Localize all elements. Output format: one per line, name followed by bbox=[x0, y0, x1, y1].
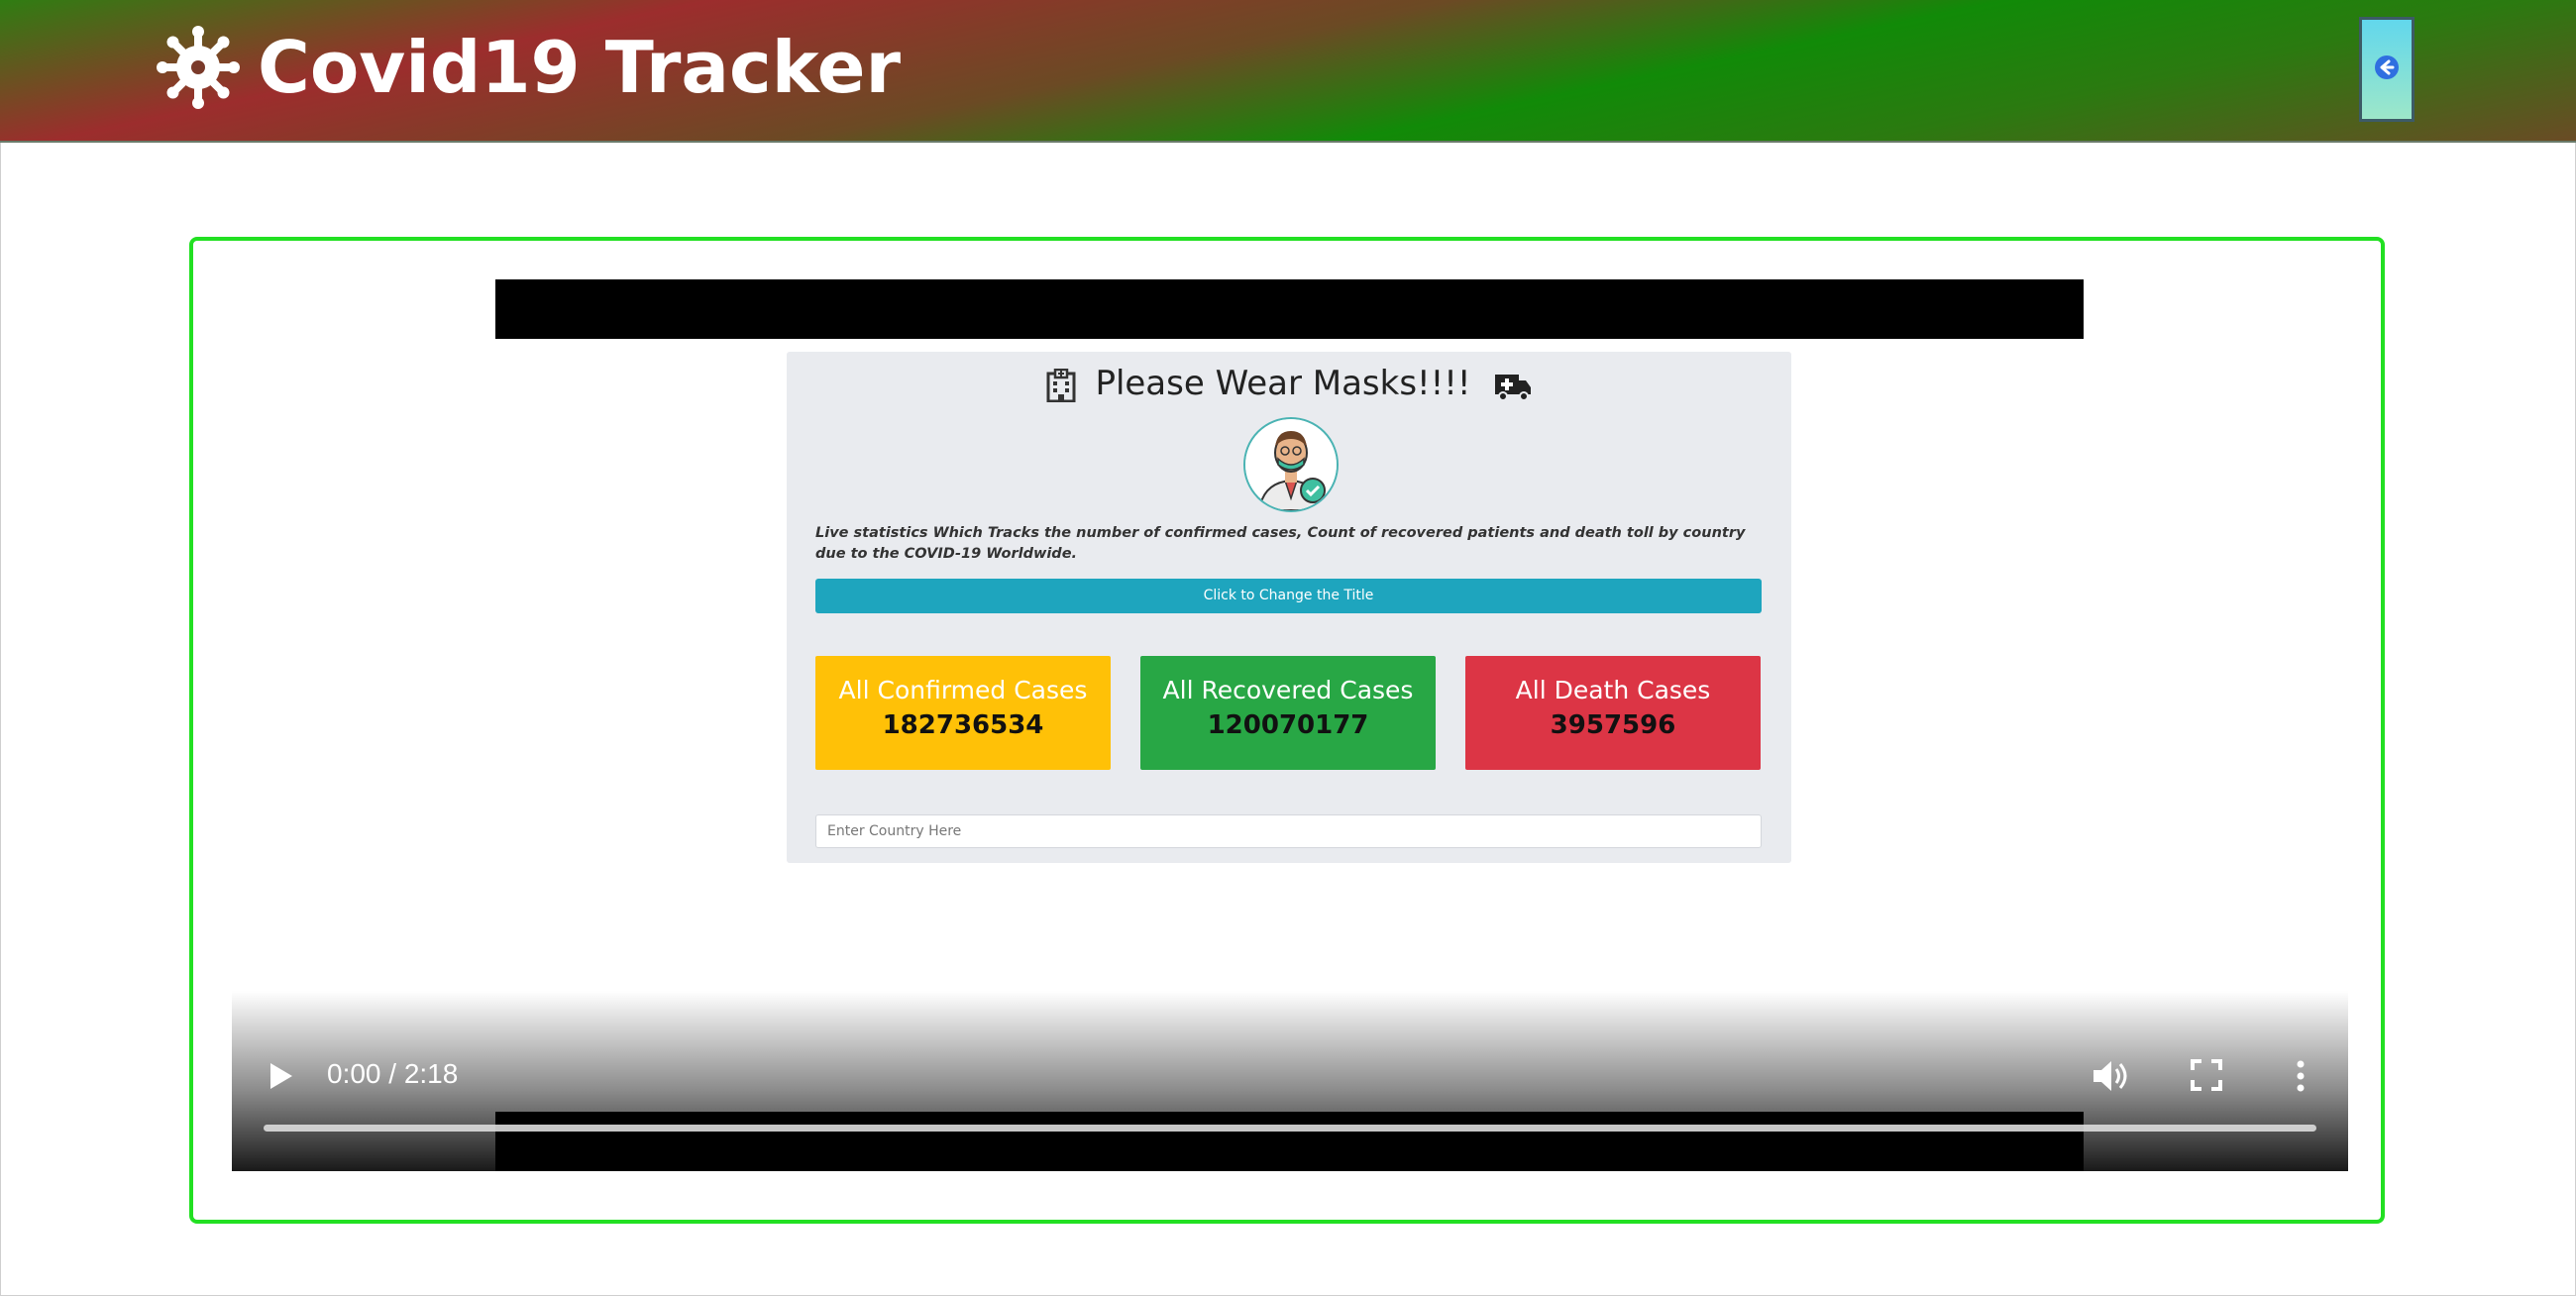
volume-button[interactable] bbox=[2091, 1058, 2130, 1094]
change-title-button: Click to Change the Title bbox=[815, 579, 1762, 613]
play-button[interactable] bbox=[266, 1060, 295, 1092]
country-input: Enter Country Here bbox=[815, 814, 1762, 848]
frame-title-text: Please Wear Masks!!!! bbox=[1095, 364, 1471, 403]
virus-icon bbox=[157, 26, 240, 109]
more-vertical-icon bbox=[2293, 1060, 2308, 1098]
more-options-button[interactable] bbox=[2293, 1058, 2308, 1094]
hospital-icon bbox=[1045, 368, 1077, 402]
recovered-cases-card: All Recovered Cases 120070177 bbox=[1140, 656, 1436, 770]
fullscreen-button[interactable] bbox=[2190, 1058, 2223, 1092]
masked-doctor-avatar-icon bbox=[1243, 417, 1339, 512]
video-controls-bar bbox=[232, 991, 2348, 1171]
fullscreen-icon bbox=[2190, 1059, 2223, 1096]
back-button[interactable] bbox=[2359, 17, 2415, 122]
confirmed-cases-label: All Confirmed Cases bbox=[838, 676, 1088, 704]
video-frame-app-panel: Please Wear Masks!!!! Live statistics Wh… bbox=[787, 352, 1791, 863]
app-title: Covid19 Tracker bbox=[258, 26, 901, 109]
play-icon bbox=[266, 1063, 295, 1096]
confirmed-cases-card: All Confirmed Cases 182736534 bbox=[815, 656, 1111, 770]
death-cases-label: All Death Cases bbox=[1515, 676, 1711, 704]
death-cases-value: 3957596 bbox=[1550, 710, 1676, 740]
video-time: 0:00 / 2:18 bbox=[327, 1058, 459, 1089]
confirmed-cases-value: 182736534 bbox=[882, 710, 1044, 740]
top-header: Covid19 Tracker bbox=[0, 0, 2576, 143]
ambulance-icon bbox=[1493, 369, 1533, 402]
recovered-cases-label: All Recovered Cases bbox=[1162, 676, 1414, 704]
recovered-cases-value: 120070177 bbox=[1207, 710, 1369, 740]
video-letterbox-top bbox=[495, 279, 2084, 339]
death-cases-card: All Death Cases 3957596 bbox=[1465, 656, 1761, 770]
arrow-left-circle-icon bbox=[2373, 54, 2401, 85]
volume-icon bbox=[2091, 1061, 2130, 1098]
frame-title: Please Wear Masks!!!! bbox=[787, 364, 1791, 403]
frame-description: Live statistics Which Tracks the number … bbox=[815, 525, 1746, 562]
brand: Covid19 Tracker bbox=[157, 18, 901, 117]
video-progress-bar[interactable] bbox=[264, 1125, 2316, 1132]
